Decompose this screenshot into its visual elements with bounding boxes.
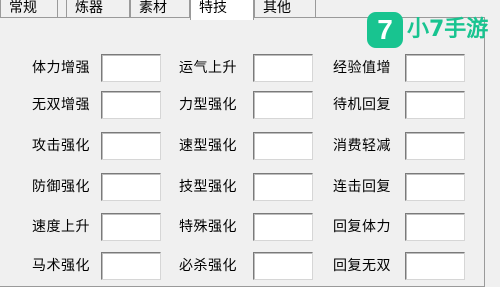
logo-badge-text: 7	[377, 14, 393, 45]
logo-badge-icon: 7	[367, 12, 403, 48]
label-riding-boost: 马术强化	[32, 258, 90, 274]
input-exp-boost[interactable]	[405, 54, 465, 82]
label-musou-boost: 无双增强	[32, 97, 90, 113]
watermark-logo: 7 小7手游	[367, 12, 489, 52]
form-row: 速度上升 特殊强化 回复体力	[0, 213, 500, 243]
input-luck-up[interactable]	[253, 54, 313, 82]
label-special-boost: 特殊强化	[179, 219, 237, 235]
label-defense-boost: 防御强化	[32, 179, 90, 195]
form-row: 体力增强 运气上升 经验值增	[0, 54, 500, 84]
input-attack-boost[interactable]	[101, 132, 161, 160]
form-row: 攻击强化 速型强化 消费轻减	[0, 132, 500, 162]
logo-text: 小7手游	[407, 17, 489, 42]
label-skill-type: 技型强化	[179, 179, 237, 195]
label-combo-recovery: 连击回复	[333, 179, 391, 195]
label-exp-boost: 经验值增	[333, 60, 391, 76]
input-recover-musou[interactable]	[405, 252, 465, 280]
label-critical-boost: 必杀强化	[179, 258, 237, 274]
label-cost-reduce: 消费轻减	[333, 138, 391, 154]
input-skill-type[interactable]	[253, 173, 313, 201]
input-speed-type[interactable]	[253, 132, 313, 160]
input-idle-recovery[interactable]	[405, 91, 465, 119]
label-speed-type: 速型强化	[179, 138, 237, 154]
form-row: 无双增强 力型强化 待机回复	[0, 91, 500, 121]
input-critical-boost[interactable]	[253, 252, 313, 280]
label-idle-recovery: 待机回复	[333, 97, 391, 113]
tab-other[interactable]: 其他	[254, 0, 316, 18]
label-recover-stamina: 回复体力	[333, 219, 391, 235]
input-musou-boost[interactable]	[101, 91, 161, 119]
input-stamina-boost[interactable]	[101, 54, 161, 82]
tab-general[interactable]: 常规	[0, 0, 58, 18]
input-recover-stamina[interactable]	[405, 213, 465, 241]
input-cost-reduce[interactable]	[405, 132, 465, 160]
label-luck-up: 运气上升	[179, 60, 237, 76]
tab-refine[interactable]: 炼器	[66, 0, 130, 18]
input-defense-boost[interactable]	[101, 173, 161, 201]
input-power-type[interactable]	[253, 91, 313, 119]
input-riding-boost[interactable]	[101, 252, 161, 280]
input-speed-up[interactable]	[101, 213, 161, 241]
input-special-boost[interactable]	[253, 213, 313, 241]
form-row: 马术强化 必杀强化 回复无双	[0, 252, 500, 282]
label-speed-up: 速度上升	[32, 219, 90, 235]
label-recover-musou: 回复无双	[333, 258, 391, 274]
label-power-type: 力型强化	[179, 97, 237, 113]
input-combo-recovery[interactable]	[405, 173, 465, 201]
label-stamina-boost: 体力增强	[32, 60, 90, 76]
tab-skills[interactable]: 特技	[190, 0, 254, 20]
label-attack-boost: 攻击强化	[32, 138, 90, 154]
form-row: 防御强化 技型强化 连击回复	[0, 173, 500, 203]
tab-material[interactable]: 素材	[130, 0, 190, 18]
